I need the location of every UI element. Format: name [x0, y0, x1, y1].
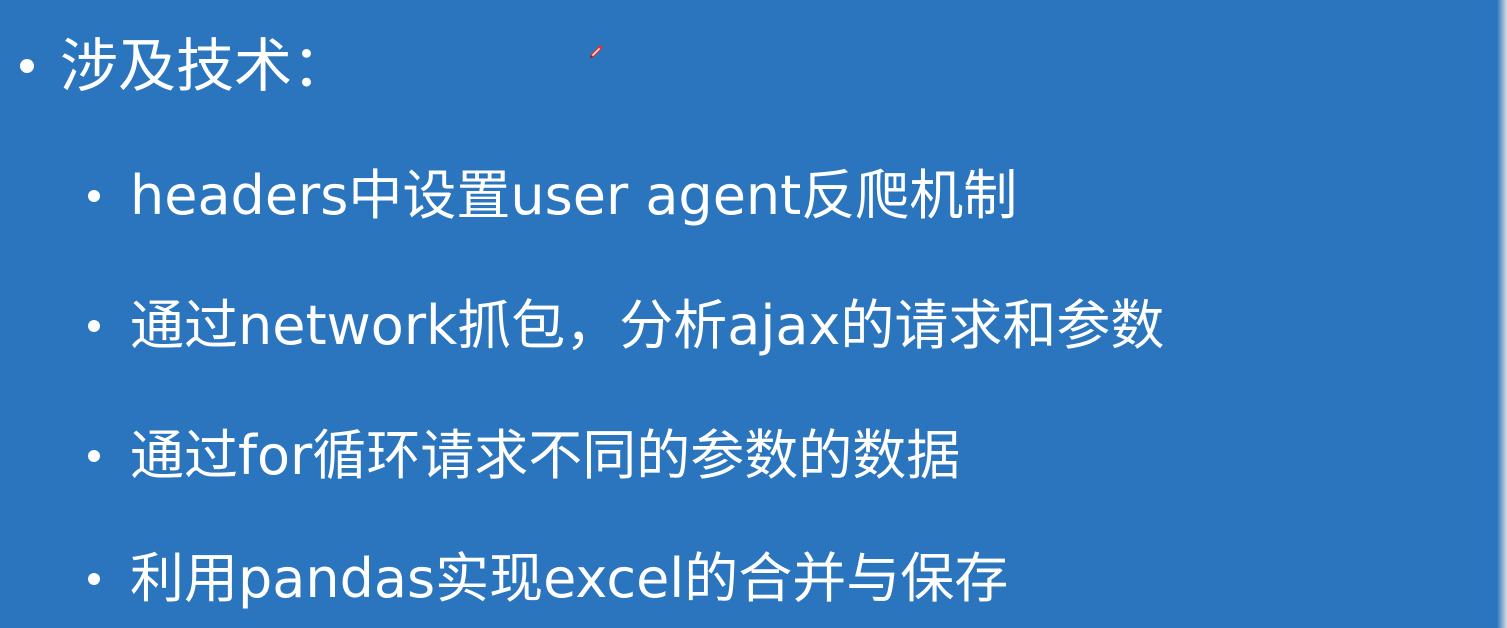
- window-edge: [1497, 0, 1507, 628]
- list-item: 利用pandas实现excel的合并与保存: [88, 543, 1008, 615]
- list-item: headers中设置user agent反爬机制: [88, 160, 1017, 232]
- pen-cursor-icon: [590, 45, 603, 58]
- list-item-text: 通过network抓包，分析ajax的请求和参数: [130, 294, 1165, 357]
- bullet-dot-icon: [88, 320, 100, 332]
- bullet-dot-icon: [88, 573, 100, 585]
- list-item: 通过for循环请求不同的参数的数据: [88, 420, 960, 492]
- bullet-dot-icon: [20, 59, 34, 73]
- bullet-dot-icon: [88, 450, 100, 462]
- heading-bullet: 涉及技术：: [20, 28, 350, 104]
- slide-heading: 涉及技术：: [60, 32, 351, 100]
- list-item-text: headers中设置user agent反爬机制: [130, 164, 1018, 227]
- list-item: 通过network抓包，分析ajax的请求和参数: [88, 290, 1164, 362]
- presentation-slide: 涉及技术： headers中设置user agent反爬机制 通过network…: [0, 0, 1507, 628]
- list-item-text: 通过for循环请求不同的参数的数据: [130, 424, 961, 487]
- list-item-text: 利用pandas实现excel的合并与保存: [130, 547, 1009, 610]
- bullet-dot-icon: [88, 190, 100, 202]
